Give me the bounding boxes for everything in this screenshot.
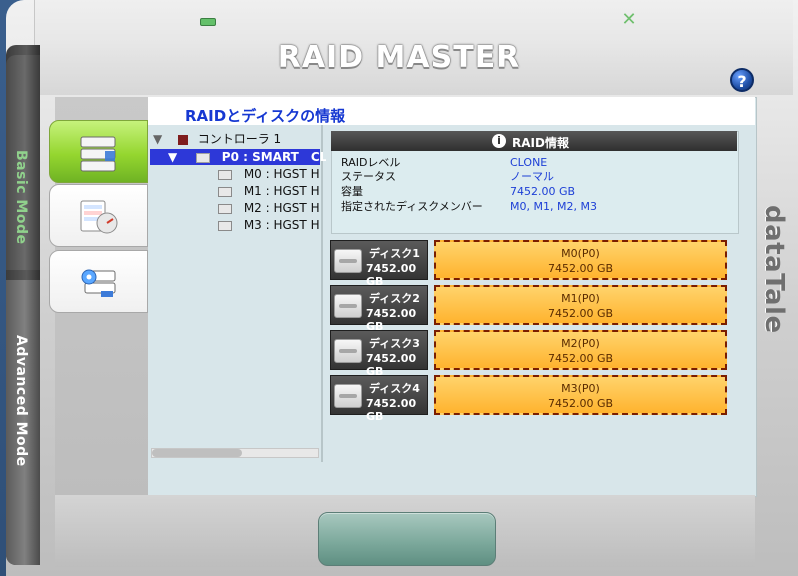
tree-disk-row[interactable]: M0 : HGST H xyxy=(218,166,321,182)
disk-member-id: M3(P0) xyxy=(561,382,600,395)
members-value: M0, M1, M2, M3 xyxy=(510,200,597,213)
pool-icon xyxy=(195,152,210,163)
disk-member-size: 7452.00 GB xyxy=(547,352,614,365)
raid-disks-icon xyxy=(80,136,116,172)
mode-advanced-label: Advanced Mode xyxy=(13,335,29,467)
tree-controller-row[interactable]: ▼ コントローラ 1 xyxy=(153,131,321,147)
tree-disk-label: M2 : HGST H xyxy=(243,201,320,215)
page-title: RAIDとディスクの情報 xyxy=(185,107,346,125)
disk-member-id: M1(P0) xyxy=(561,292,600,305)
disk-name: ディスク1 xyxy=(369,247,420,260)
tree-pool-row[interactable]: ▼ P0 : SMART CL xyxy=(150,149,327,165)
disk-member-card[interactable]: M3(P0) 7452.00 GB xyxy=(434,375,727,415)
disk-member-size: 7452.00 GB xyxy=(547,397,614,410)
tree-disk-row[interactable]: M3 : HGST H xyxy=(218,217,321,233)
minimize-icon[interactable] xyxy=(200,18,216,26)
mode-basic-label: Basic Mode xyxy=(13,150,29,245)
disk-icon xyxy=(334,249,362,273)
disk-icon xyxy=(218,203,232,214)
controller-icon xyxy=(177,134,188,145)
disk-member-id: M2(P0) xyxy=(561,337,600,350)
mode-basic-tab[interactable]: Basic Mode xyxy=(6,55,40,270)
disk-member-card[interactable]: M0(P0) 7452.00 GB xyxy=(434,240,727,280)
disk-member-id: M0(P0) xyxy=(561,247,600,260)
tree-pool-label: P0 : SMART CL xyxy=(221,150,328,164)
disk-member-size: 7452.00 GB xyxy=(547,307,614,320)
tree-disk-row[interactable]: M1 : HGST H xyxy=(218,183,321,199)
disk-member-card[interactable]: M1(P0) 7452.00 GB xyxy=(434,285,727,325)
disk-card[interactable]: ディスク1 7452.00 GB xyxy=(330,240,428,288)
status-value: ノーマル xyxy=(510,170,554,183)
app-title: RAID MASTER xyxy=(277,40,521,75)
raid-level-label: RAIDレベル xyxy=(341,156,401,169)
tree-disk-label: M1 : HGST H xyxy=(243,184,320,198)
nav-raid-info[interactable] xyxy=(49,120,148,183)
nav-disk-performance[interactable] xyxy=(49,184,148,247)
disk-icon xyxy=(218,220,232,231)
disk-member-card[interactable]: M2(P0) 7452.00 GB xyxy=(434,330,727,370)
close-icon[interactable]: ✕ xyxy=(621,11,637,29)
tree-controller-label: コントローラ 1 xyxy=(197,132,282,146)
disk-name: ディスク3 xyxy=(369,337,420,350)
disk-icon xyxy=(334,294,362,318)
disk-card[interactable]: ディスク3 7452.00 GB xyxy=(330,330,428,378)
disk-icon xyxy=(334,339,362,363)
primary-action-button[interactable] xyxy=(318,512,496,566)
raid-level-value: CLONE xyxy=(510,156,548,169)
mode-advanced-tab[interactable]: Advanced Mode xyxy=(6,280,40,565)
brand-logo: dataTale xyxy=(759,205,789,334)
disk-icon xyxy=(218,169,232,180)
capacity-value: 7452.00 GB xyxy=(510,185,576,198)
settings-disks-icon xyxy=(81,269,116,297)
raid-info-title: RAID情報 xyxy=(512,136,569,150)
expand-icon[interactable]: ▼ xyxy=(153,132,162,146)
disk-gauge-icon xyxy=(80,200,118,234)
members-label: 指定されたディスクメンバー xyxy=(341,200,483,213)
disk-icon xyxy=(334,384,362,408)
nav-settings[interactable] xyxy=(49,250,148,313)
disk-name: ディスク4 xyxy=(369,382,420,395)
tree-disk-label: M0 : HGST H xyxy=(243,167,320,181)
capacity-label: 容量 xyxy=(341,185,363,198)
tree-disk-row[interactable]: M2 : HGST H xyxy=(218,200,321,216)
tree-disk-label: M3 : HGST H xyxy=(243,218,320,232)
disk-name: ディスク2 xyxy=(369,292,420,305)
tree-scroll-thumb[interactable] xyxy=(152,449,242,457)
status-label: ステータス xyxy=(341,170,396,183)
disk-icon xyxy=(218,186,232,197)
disk-size: 7452.00 GB xyxy=(366,397,417,423)
disk-card[interactable]: ディスク2 7452.00 GB xyxy=(330,285,428,333)
disk-card[interactable]: ディスク4 7452.00 GB xyxy=(330,375,428,423)
help-icon[interactable]: ? xyxy=(730,68,754,92)
info-icon: i xyxy=(492,134,506,148)
expand-icon[interactable]: ▼ xyxy=(168,150,177,164)
disk-member-size: 7452.00 GB xyxy=(547,262,614,275)
